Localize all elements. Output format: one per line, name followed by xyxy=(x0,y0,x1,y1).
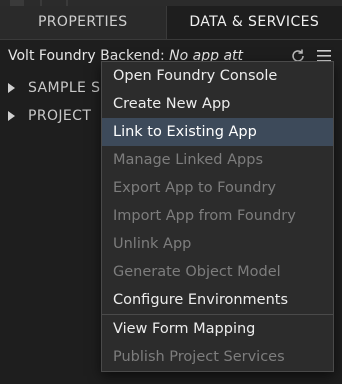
panel-tabs: PROPERTIES DATA & SERVICES xyxy=(0,6,342,40)
menu-item-configure-environments[interactable]: Configure Environments xyxy=(102,286,333,314)
menu-item-create-new-app[interactable]: Create New App xyxy=(102,90,333,118)
menu-item-unlink-app[interactable]: Unlink App xyxy=(102,230,333,258)
menu-item-open-foundry-console[interactable]: Open Foundry Console xyxy=(102,62,333,90)
menu-item-generate-object-model[interactable]: Generate Object Model xyxy=(102,258,333,286)
tree-item-label: PROJECT xyxy=(28,108,92,124)
backend-context-menu: Open Foundry Console Create New App Link… xyxy=(101,61,334,372)
caret-right-icon[interactable] xyxy=(8,111,15,121)
menu-item-link-to-existing-app[interactable]: Link to Existing App xyxy=(102,118,333,146)
menu-item-export-app[interactable]: Export App to Foundry xyxy=(102,174,333,202)
tab-data-services[interactable]: DATA & SERVICES xyxy=(165,6,342,39)
menu-item-view-form-mapping[interactable]: View Form Mapping xyxy=(102,315,333,343)
tree-item-label: SAMPLE S xyxy=(28,80,101,96)
caret-right-icon[interactable] xyxy=(8,83,15,93)
tab-properties[interactable]: PROPERTIES xyxy=(0,6,166,39)
app-frame: PROPERTIES DATA & SERVICES Volt Foundry … xyxy=(0,0,342,384)
menu-item-publish-project-services[interactable]: Publish Project Services xyxy=(102,343,333,371)
menu-item-import-app[interactable]: Import App from Foundry xyxy=(102,202,333,230)
menu-item-manage-linked-apps[interactable]: Manage Linked Apps xyxy=(102,146,333,174)
